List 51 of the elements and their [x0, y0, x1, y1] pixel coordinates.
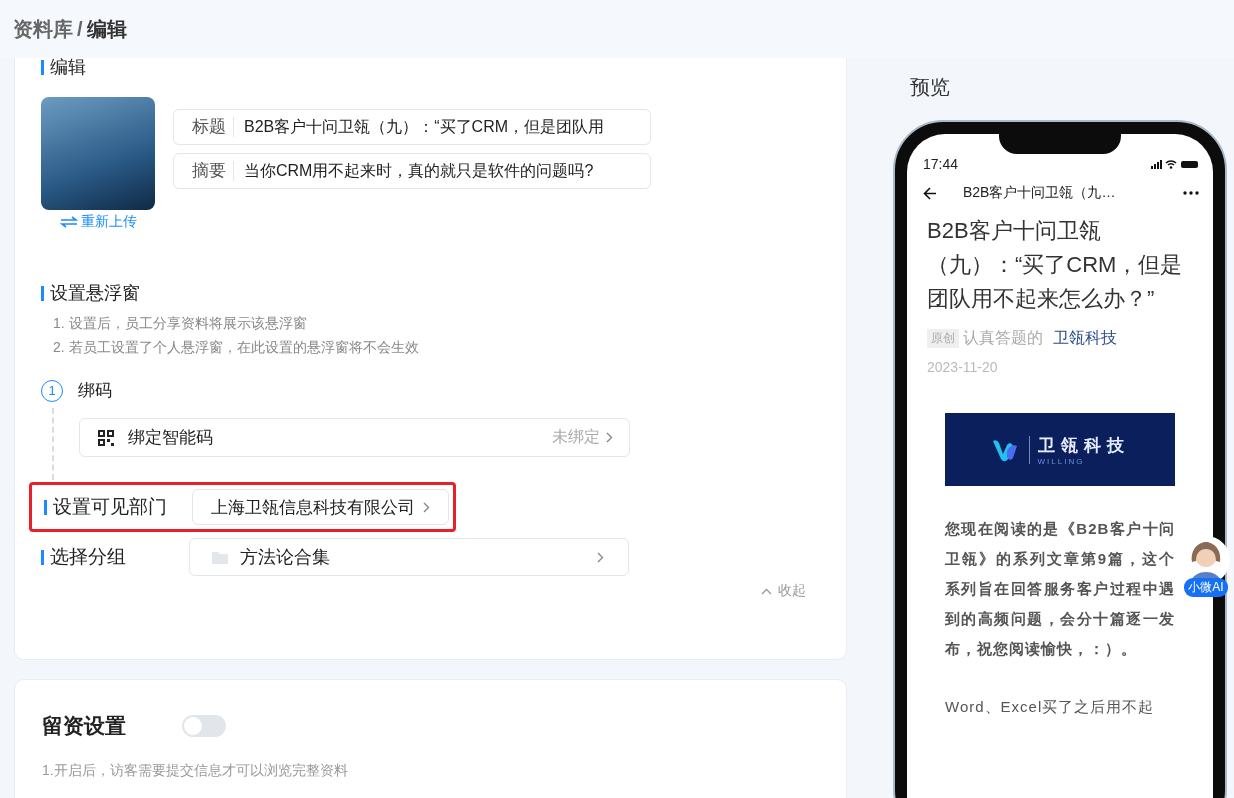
breadcrumb-parent[interactable]: 资料库	[13, 15, 73, 43]
section-marker	[41, 549, 44, 565]
department-select[interactable]: 上海卫瓴信息科技有限公司	[192, 489, 449, 525]
group-label: 选择分组	[50, 545, 127, 569]
section-heading: 留资设置	[42, 713, 126, 739]
original-tag: 原创	[927, 329, 959, 348]
option-label: 绑定智能码	[128, 427, 214, 449]
step-label: 绑码	[78, 380, 112, 402]
swap-icon	[59, 216, 78, 228]
chevron-right-icon	[597, 551, 604, 563]
article-paragraph: Word、Excel买了之后用不起	[945, 697, 1156, 717]
option-status: 未绑定	[552, 427, 600, 447]
more-icon[interactable]	[1183, 191, 1199, 195]
field-label: 标题	[174, 117, 234, 137]
note-text: 1. 设置后，员工分享资料将展示该悬浮窗	[53, 314, 308, 333]
field-label: 摘要	[174, 161, 234, 181]
publish-date: 2023-11-20	[927, 359, 999, 375]
chevron-up-icon	[761, 587, 772, 595]
field-value: B2B客户十问卫瓴（九）：“买了CRM，但是团队用	[243, 116, 604, 137]
logo-name: 卫瓴科技	[1037, 434, 1130, 457]
group-select[interactable]: 方法论合集	[189, 538, 629, 576]
article-paragraph: 您现在阅读的是《B2B客户十问卫瓴》的系列文章第9篇，这个系列旨在回答服务客户过程中遇到的高频问题，会分十篇逐一发布，祝您阅读愉快，：）。	[945, 519, 1175, 659]
preview-heading: 预览	[910, 75, 951, 100]
note-text: 2. 若员工设置了个人悬浮窗，在此设置的悬浮窗将不会生效	[53, 338, 420, 357]
breadcrumb-current: 编辑	[86, 16, 127, 42]
reupload-link[interactable]: 重新上传	[59, 213, 137, 231]
section-marker	[44, 499, 47, 515]
breadcrumb-separator: /	[77, 17, 83, 41]
account-link[interactable]: 卫瓴科技	[1053, 328, 1117, 349]
section-marker	[41, 285, 44, 301]
chevron-right-icon	[606, 432, 613, 443]
article-title: B2B客户十问卫瓴（九）：“买了CRM，但是团队用不起来怎么办？”	[927, 217, 1184, 313]
logo-subtitle: WILLING	[1037, 456, 1086, 466]
note-text: 1.开启后，访客需要提交信息才可以浏览完整资料	[42, 762, 349, 780]
field-value: 当你CRM用不起来时，真的就只是软件的问题吗?	[243, 160, 594, 181]
nav-title: B2B客户十问卫瓴（九…	[963, 184, 1117, 202]
author-name: 认真答题的	[963, 328, 1043, 348]
folder-icon	[212, 550, 228, 564]
section-heading: 编辑	[50, 56, 86, 79]
text-field[interactable]: 标题 B2B客户十问卫瓴（九）：“买了CRM，但是团队用	[173, 109, 651, 145]
chevron-right-icon	[423, 501, 430, 513]
department-label: 设置可见部门	[53, 495, 168, 519]
section-heading: 设置悬浮窗	[50, 282, 140, 305]
bind-code-option[interactable]: 绑定智能码 未绑定	[79, 418, 630, 457]
back-arrow-icon[interactable]	[923, 186, 937, 200]
text-field[interactable]: 摘要 当你CRM用不起来时，真的就只是软件的问题吗?	[173, 153, 651, 189]
status-time: 17:44	[923, 156, 959, 172]
section-marker	[41, 59, 44, 75]
status-icons	[1151, 159, 1201, 169]
qr-code-icon	[98, 429, 114, 446]
toggle-switch[interactable]	[182, 715, 226, 737]
